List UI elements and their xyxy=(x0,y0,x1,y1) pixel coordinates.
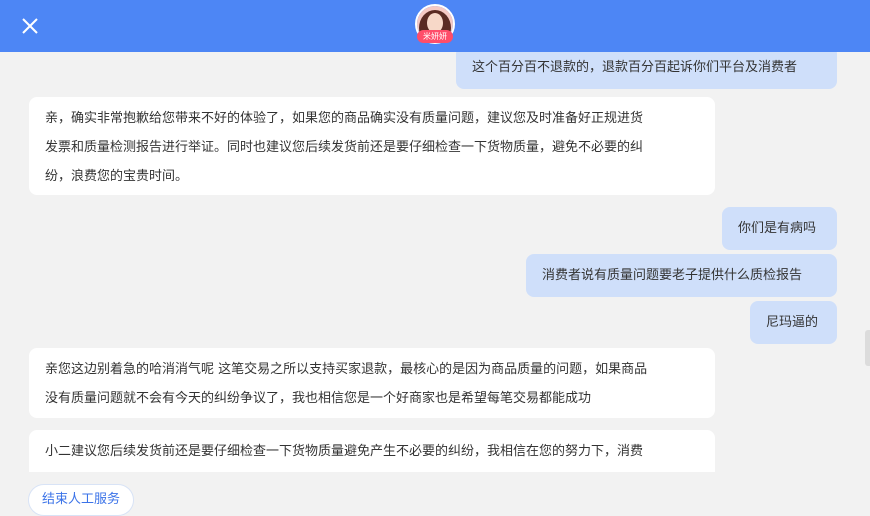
message-line: 纷，浪费您的宝贵时间。 xyxy=(45,169,189,184)
chat-messages: 这个百分百不退款的，退款百分百起诉你们平台及消费者 亲，确实非常抱歉给您带来不好… xyxy=(0,52,870,472)
agent-name-tag: 米妍妍 xyxy=(417,30,453,43)
message-line: 亲您这边别着急的哈消消气呢 这笔交易之所以支持买家退款，最核心的是因为商品质量的… xyxy=(45,362,648,377)
message-agent: 小二建议您后续发货前还是要仔细检查一下货物质量避免产生不必要的纠纷，我相信在您的… xyxy=(29,430,715,472)
close-button[interactable] xyxy=(14,10,46,42)
message-agent: 亲您这边别着急的哈消消气呢 这笔交易之所以支持买家退款，最核心的是因为商品质量的… xyxy=(29,348,715,418)
message-text: 这个百分百不退款的，退款百分百起诉你们平台及消费者 xyxy=(472,60,798,75)
end-service-button[interactable]: 结束人工服务 xyxy=(28,484,134,516)
message-line: 发票和质量检测报告进行举证。同时也建议您后续发货前还是要仔细检查一下货物质量，避… xyxy=(45,140,644,155)
side-handle[interactable] xyxy=(865,330,870,366)
message-line: 没有质量问题就不会有今天的纠纷争议了，我也相信您是一个好商家也是希望每笔交易都能… xyxy=(45,391,592,406)
close-icon xyxy=(22,18,38,34)
message-agent: 亲，确实非常抱歉给您带来不好的体验了，如果您的商品确实没有质量问题，建议您及时准… xyxy=(29,97,715,195)
message-text: 消费者说有质量问题要老子提供什么质检报告 xyxy=(542,268,803,283)
message-line: 小二建议您后续发货前还是要仔细检查一下货物质量避免产生不必要的纠纷，我相信在您的… xyxy=(45,444,644,459)
chat-header: 米妍妍 xyxy=(0,0,870,52)
message-user: 这个百分百不退款的，退款百分百起诉你们平台及消费者 xyxy=(456,52,837,89)
message-user: 你们是有病吗 xyxy=(722,207,837,250)
message-text: 你们是有病吗 xyxy=(738,221,817,236)
message-text: 尼玛逼的 xyxy=(766,315,819,330)
message-line: 亲，确实非常抱歉给您带来不好的体验了，如果您的商品确实没有质量问题，建议您及时准… xyxy=(45,111,644,126)
message-user: 消费者说有质量问题要老子提供什么质检报告 xyxy=(526,254,837,297)
message-user: 尼玛逼的 xyxy=(750,301,837,344)
